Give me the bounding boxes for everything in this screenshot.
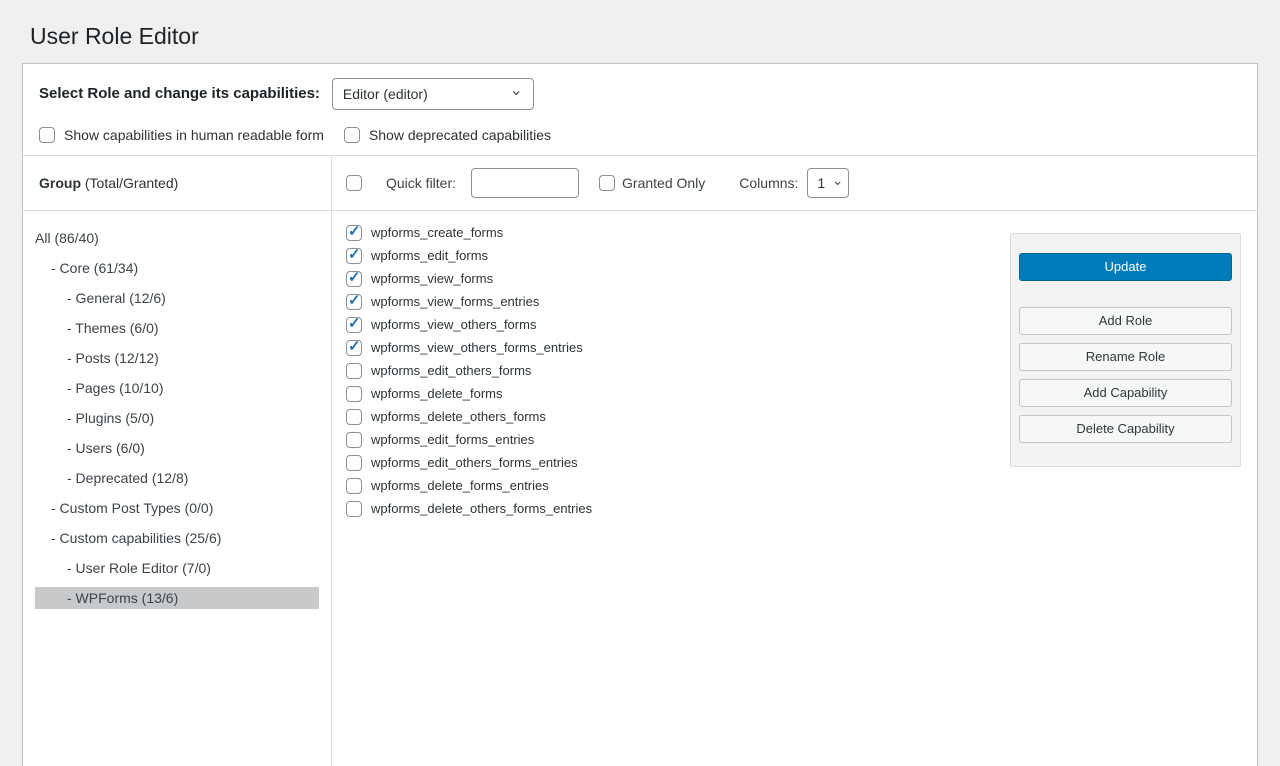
capability-checkbox[interactable] [346, 340, 362, 356]
group-item[interactable]: - Core (61/34) [35, 257, 319, 279]
capability-label: wpforms_delete_others_forms [371, 409, 546, 424]
group-item[interactable]: - WPForms (13/6) [35, 587, 319, 609]
groups-tree: All (86/40) - Core (61/34) - General (12/6… [23, 211, 331, 617]
human-readable-checkbox[interactable] [39, 127, 55, 143]
capability-label: wpforms_create_forms [371, 225, 503, 240]
capability-checkbox[interactable] [346, 363, 362, 379]
role-row: Select Role and change its capabilities:… [39, 78, 1241, 110]
capability-checkbox[interactable] [346, 225, 362, 241]
capability-row: wpforms_edit_others_forms_entries [346, 455, 1010, 471]
capability-row: wpforms_delete_others_forms [346, 409, 1010, 425]
options-row: Show capabilities in human readable form… [39, 127, 1241, 145]
deprecated-label: Show deprecated capabilities [369, 127, 551, 143]
human-readable-label: Show capabilities in human readable form [64, 127, 324, 143]
capability-row: wpforms_view_forms [346, 271, 1010, 287]
capability-checkbox[interactable] [346, 271, 362, 287]
role-select[interactable]: Editor (editor) [332, 78, 534, 110]
capability-checkbox[interactable] [346, 432, 362, 448]
capability-label: wpforms_view_forms_entries [371, 294, 539, 309]
group-item[interactable]: All (86/40) [35, 227, 319, 249]
capability-label: wpforms_delete_forms [371, 386, 503, 401]
group-item[interactable]: - Deprecated (12/8) [35, 467, 319, 489]
user-role-editor-panel: Select Role and change its capabilities:… [22, 63, 1258, 766]
capability-checkbox[interactable] [346, 386, 362, 402]
capability-label: wpforms_delete_forms_entries [371, 478, 549, 493]
capability-label: wpforms_edit_others_forms_entries [371, 455, 578, 470]
group-item[interactable]: - Plugins (5/0) [35, 407, 319, 429]
update-button[interactable]: Update [1019, 253, 1232, 281]
role-select-wrap: Editor (editor) [332, 78, 534, 110]
capability-row: wpforms_delete_forms [346, 386, 1010, 402]
actions-panel: Update Add Role Rename Role Add Capabili… [1010, 233, 1241, 467]
capability-checkbox[interactable] [346, 317, 362, 333]
group-item[interactable]: - Themes (6/0) [35, 317, 319, 339]
delete-capability-button[interactable]: Delete Capability [1019, 415, 1232, 443]
group-item[interactable]: - Users (6/0) [35, 437, 319, 459]
human-readable-option: Show capabilities in human readable form [39, 127, 324, 143]
capability-checkbox[interactable] [346, 501, 362, 517]
group-item[interactable]: - Pages (10/10) [35, 377, 319, 399]
quick-filter-input[interactable] [471, 168, 579, 198]
quick-filter-label: Quick filter: [386, 175, 456, 191]
capability-label: wpforms_edit_forms [371, 248, 488, 263]
group-header-rest: (Total/Granted) [81, 175, 178, 191]
deprecated-checkbox[interactable] [344, 127, 360, 143]
capability-label: wpforms_view_forms [371, 271, 493, 286]
columns-select[interactable]: 1 [807, 168, 849, 198]
capability-checkbox[interactable] [346, 248, 362, 264]
capability-row: wpforms_view_others_forms [346, 317, 1010, 333]
select-role-label: Select Role and change its capabilities: [39, 85, 320, 102]
capability-checkbox[interactable] [346, 478, 362, 494]
granted-only-checkbox[interactable] [599, 175, 615, 191]
capability-label: wpforms_view_others_forms_entries [371, 340, 583, 355]
capability-checkbox[interactable] [346, 409, 362, 425]
rename-role-button[interactable]: Rename Role [1019, 343, 1232, 371]
main-column: Quick filter: Granted Only Columns: 1 wp… [332, 156, 1257, 766]
capability-label: wpforms_edit_forms_entries [371, 432, 534, 447]
capability-row: wpforms_create_forms [346, 225, 1010, 241]
capability-row: wpforms_view_others_forms_entries [346, 340, 1010, 356]
capability-row: wpforms_view_forms_entries [346, 294, 1010, 310]
capability-label: wpforms_view_others_forms [371, 317, 536, 332]
select-all-checkbox[interactable] [346, 175, 362, 191]
group-item[interactable]: - User Role Editor (7/0) [35, 557, 319, 579]
deprecated-option: Show deprecated capabilities [344, 127, 551, 143]
groups-column: Group (Total/Granted) All (86/40) - Core … [23, 156, 332, 766]
capability-label: wpforms_edit_others_forms [371, 363, 531, 378]
add-role-button[interactable]: Add Role [1019, 307, 1232, 335]
capability-row: wpforms_edit_forms [346, 248, 1010, 264]
content-row: wpforms_create_forms wpforms_edit_formswp… [332, 211, 1257, 766]
group-item[interactable]: - Posts (12/12) [35, 347, 319, 369]
top-section: Select Role and change its capabilities:… [23, 64, 1257, 155]
columns-label: Columns: [739, 175, 798, 191]
group-header-bold: Group [39, 175, 81, 191]
filter-bar: Quick filter: Granted Only Columns: 1 [332, 156, 1257, 211]
capability-row: wpforms_delete_others_forms_entries [346, 501, 1010, 517]
granted-only-label: Granted Only [622, 175, 705, 191]
page-title: User Role Editor [0, 0, 1280, 63]
capability-checkbox[interactable] [346, 455, 362, 471]
body-wrap: Group (Total/Granted) All (86/40) - Core … [23, 155, 1257, 766]
capability-row: wpforms_edit_others_forms [346, 363, 1010, 379]
group-item[interactable]: - Custom capabilities (25/6) [35, 527, 319, 549]
capability-label: wpforms_delete_others_forms_entries [371, 501, 592, 516]
capability-row: wpforms_delete_forms_entries [346, 478, 1010, 494]
group-header: Group (Total/Granted) [23, 156, 331, 211]
add-capability-button[interactable]: Add Capability [1019, 379, 1232, 407]
columns-select-wrap: 1 [807, 168, 849, 198]
group-item[interactable]: - General (12/6) [35, 287, 319, 309]
group-item[interactable]: - Custom Post Types (0/0) [35, 497, 319, 519]
capability-row: wpforms_edit_forms_entries [346, 432, 1010, 448]
capability-checkbox[interactable] [346, 294, 362, 310]
capabilities-list: wpforms_create_forms wpforms_edit_formswp… [346, 225, 1010, 524]
